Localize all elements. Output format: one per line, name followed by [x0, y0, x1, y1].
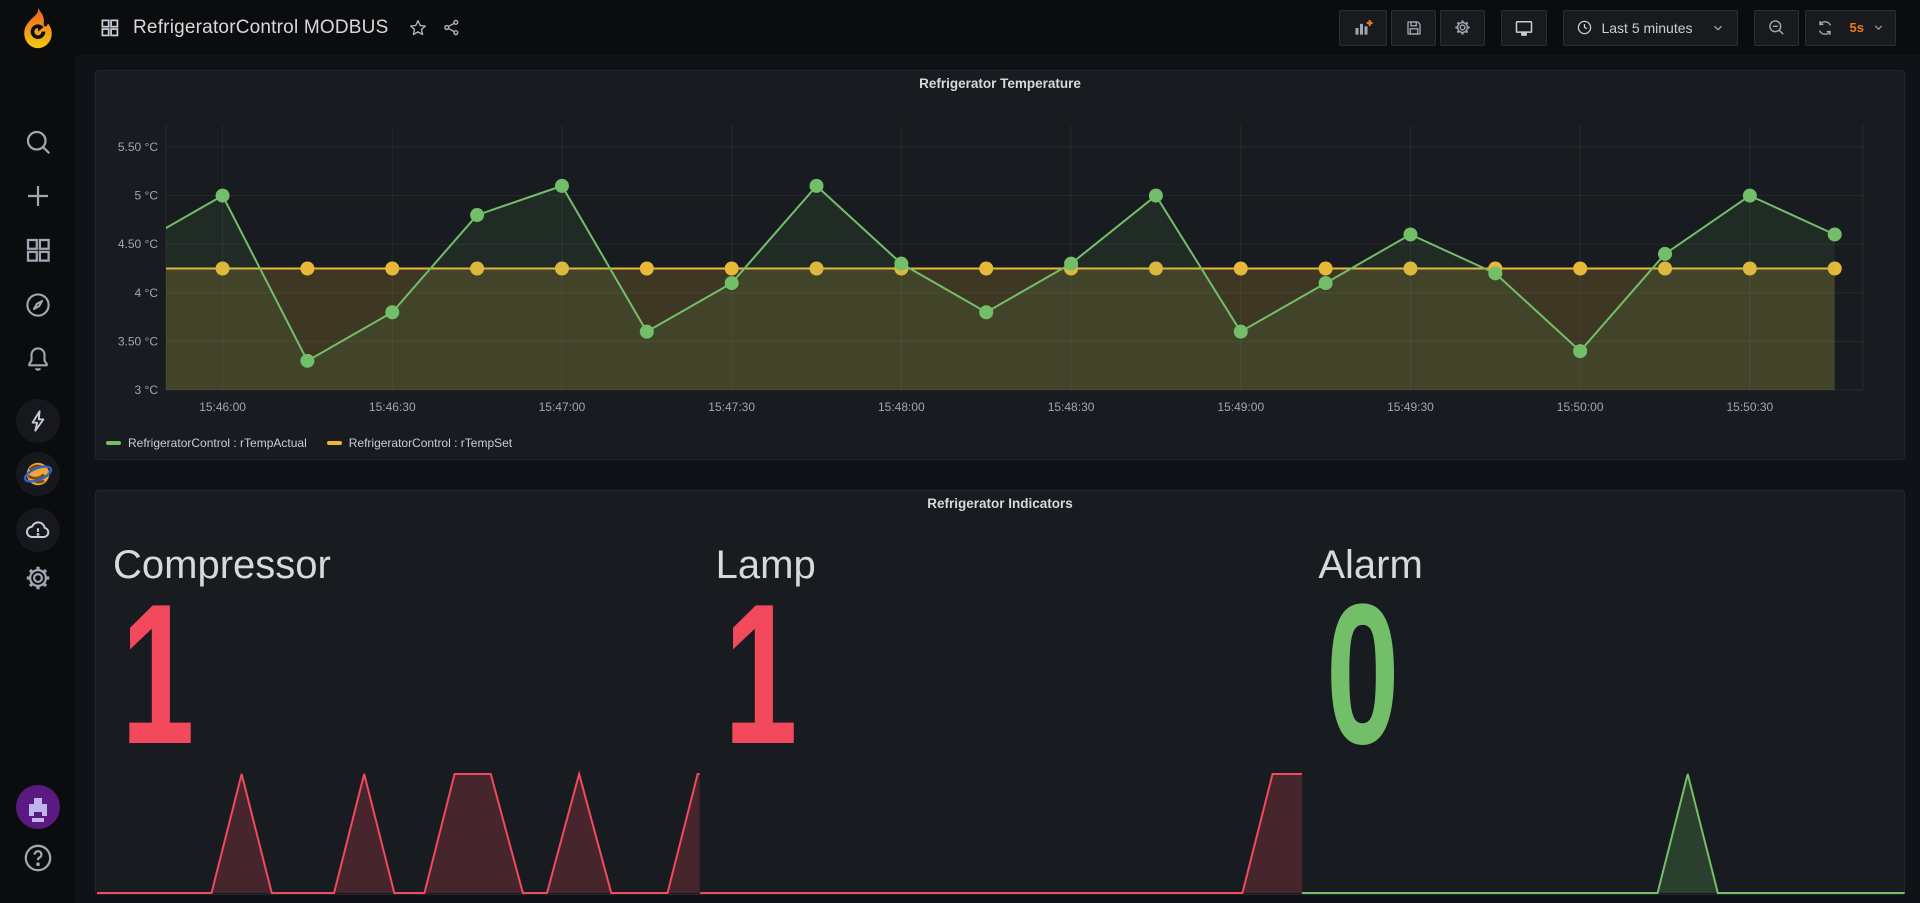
legend-item[interactable]: RefrigeratorControl : rTempActual: [106, 436, 307, 450]
stat-sparkline: [97, 770, 700, 895]
x-axis-tick-label: 15:49:30: [1387, 400, 1434, 414]
sidebar-item-alerting[interactable]: [0, 344, 75, 374]
stat-value: 0: [1326, 575, 1399, 775]
plus-icon: [23, 181, 53, 211]
legend-swatch: [327, 441, 342, 445]
sidebar-item-cloud-alert[interactable]: [0, 508, 75, 552]
stats-row: Compressor 1 Lamp 1 Alarm 0: [97, 513, 1905, 895]
dashboards-grid-icon: [23, 235, 53, 265]
stat-lamp: Lamp 1: [700, 513, 1303, 895]
printer-avatar-icon: [15, 784, 61, 830]
search-icon: [23, 127, 53, 157]
chevron-down-icon: [1711, 21, 1725, 35]
refresh-controls: 5s: [1805, 10, 1896, 46]
sidebar: [0, 0, 75, 903]
grafana-flame-icon: [16, 5, 60, 51]
legend-label: RefrigeratorControl : rTempSet: [349, 436, 512, 450]
stat-alarm: Alarm 0: [1302, 513, 1905, 895]
dashboard-settings-button[interactable]: [1440, 10, 1485, 46]
save-icon: [1405, 19, 1423, 37]
add-panel-button[interactable]: [1339, 10, 1387, 46]
cycle-view-button[interactable]: [1501, 10, 1547, 46]
icon-circle-bg: [16, 399, 60, 443]
panel-refrigerator-temperature: Refrigerator Temperature 5.50 °C5 °C4.50…: [95, 70, 1905, 460]
chart-legend: RefrigeratorControl : rTempActual Refrige…: [106, 436, 512, 450]
icon-circle-bg: [16, 452, 60, 496]
legend-item[interactable]: RefrigeratorControl : rTempSet: [327, 436, 512, 450]
y-axis-tick-label: 4 °C: [135, 286, 159, 300]
sidebar-item-world-plugin[interactable]: [0, 452, 75, 496]
stat-sparkline: [700, 770, 1303, 895]
world-globe-icon: [23, 459, 53, 489]
monitor-icon: [1514, 18, 1534, 38]
share-icon[interactable]: [442, 18, 461, 37]
y-axis-tick-label: 5.50 °C: [118, 140, 158, 154]
sidebar-item-search[interactable]: [0, 127, 75, 157]
grafana-logo[interactable]: [0, 2, 75, 54]
y-axis-tick-label: 4.50 °C: [118, 237, 158, 251]
topbar-actions: Last 5 minutes 5s: [1339, 10, 1896, 46]
sidebar-item-configuration[interactable]: [0, 563, 75, 593]
compass-icon: [23, 290, 53, 320]
x-axis-tick-label: 15:48:30: [1048, 400, 1095, 414]
temperature-time-series-chart: 5.50 °C 5 °C 4.50 °C 4 °C 3.50 °C 3 °C 15:46:0…: [96, 71, 1904, 459]
add-panel-icon: [1352, 18, 1374, 38]
sparkline-path: [1302, 774, 1905, 893]
sidebar-item-help[interactable]: [0, 841, 75, 875]
panel-title[interactable]: Refrigerator Indicators: [96, 496, 1904, 511]
chevron-down-icon[interactable]: [1872, 21, 1885, 34]
sparkline-path: [97, 774, 700, 893]
sidebar-item-create[interactable]: [0, 181, 75, 211]
refresh-icon: [1816, 19, 1834, 37]
zoom-out-time-button[interactable]: [1754, 10, 1799, 46]
star-icon[interactable]: [408, 18, 428, 38]
x-axis-tick-label: 15:49:00: [1217, 400, 1264, 414]
time-range-label: Last 5 minutes: [1601, 20, 1692, 36]
x-axis-tick-label: 15:48:00: [878, 400, 925, 414]
x-axis-tick-label: 15:50:30: [1727, 400, 1774, 414]
bell-icon: [23, 344, 53, 374]
legend-label: RefrigeratorControl : rTempActual: [128, 436, 307, 450]
lightning-bolt-icon: [25, 408, 51, 434]
refresh-interval-label[interactable]: 5s: [1850, 20, 1864, 35]
sidebar-user-avatar[interactable]: [0, 784, 75, 830]
panel-refrigerator-indicators: Refrigerator Indicators Compressor 1 Lam…: [95, 490, 1905, 895]
clock-icon: [1576, 19, 1593, 36]
topbar-left: RefrigeratorControl MODBUS: [100, 17, 461, 39]
y-axis-tick-label: 3 °C: [135, 383, 159, 397]
question-circle-icon: [21, 841, 55, 875]
y-axis-tick-label: 3.50 °C: [118, 334, 158, 348]
stat-value: 1: [121, 575, 194, 775]
gear-icon: [1453, 18, 1472, 37]
save-dashboard-button[interactable]: [1391, 10, 1436, 46]
x-axis-tick-label: 15:46:00: [199, 400, 246, 414]
legend-swatch: [106, 441, 121, 445]
stat-value: 1: [724, 575, 797, 775]
stat-compressor: Compressor 1: [97, 513, 700, 895]
x-axis-tick-label: 15:46:30: [369, 400, 416, 414]
y-axis-tick-label: 5 °C: [135, 189, 159, 203]
dashboard-squares-icon: [100, 18, 119, 37]
x-axis-tick-label: 15:47:00: [539, 400, 586, 414]
x-axis-tick-label: 15:47:30: [708, 400, 755, 414]
stat-sparkline: [1302, 770, 1905, 895]
dashboard-topbar: RefrigeratorControl MODBUS: [75, 0, 1920, 55]
zoom-out-icon: [1767, 18, 1786, 37]
sparkline-path: [700, 774, 1303, 893]
icon-circle-bg: [16, 508, 60, 552]
sidebar-item-explore[interactable]: [0, 290, 75, 320]
sidebar-item-bolt-plugin[interactable]: [0, 399, 75, 443]
gear-icon: [23, 563, 53, 593]
refresh-button[interactable]: [1816, 19, 1834, 37]
x-axis-tick-label: 15:50:00: [1557, 400, 1604, 414]
sidebar-item-dashboards[interactable]: [0, 235, 75, 265]
cloud-exclamation-icon: [24, 516, 52, 544]
time-range-picker[interactable]: Last 5 minutes: [1563, 10, 1737, 46]
dashboard-title[interactable]: RefrigeratorControl MODBUS: [133, 17, 388, 39]
